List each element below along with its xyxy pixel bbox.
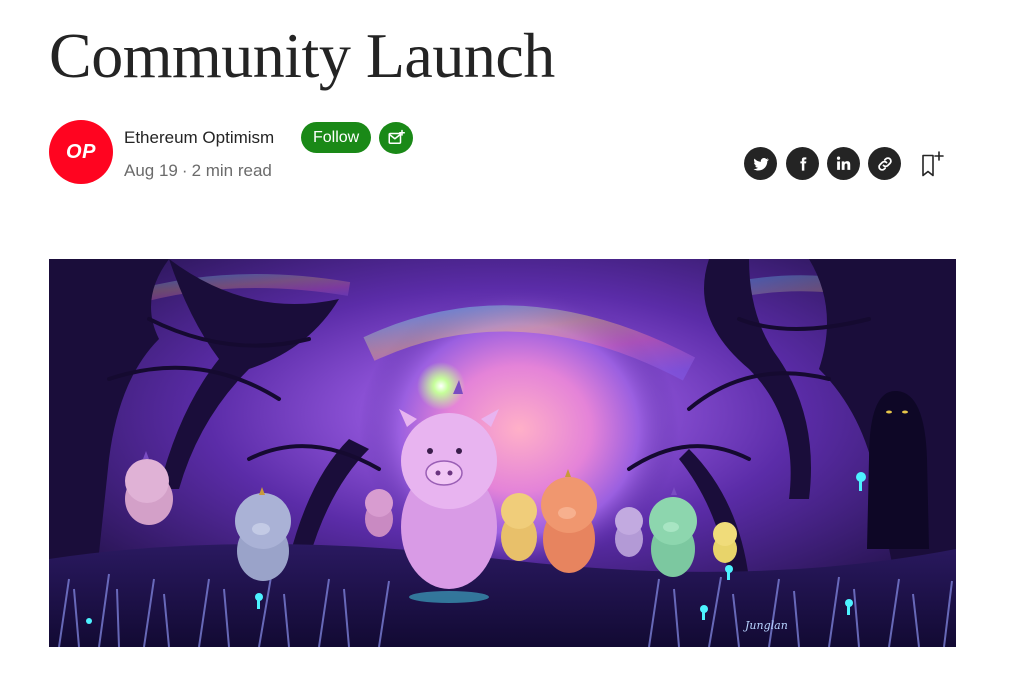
linkedin-icon <box>836 156 851 170</box>
bookmark-add-icon <box>922 151 944 177</box>
mail-plus-icon <box>388 129 405 144</box>
article-title: Community Launch <box>49 20 555 91</box>
twitter-icon <box>753 157 769 171</box>
bookmark-button[interactable] <box>918 149 946 179</box>
link-icon <box>877 156 892 171</box>
article-meta: Aug 19 · 2 min read <box>124 160 272 182</box>
share-linkedin-button[interactable] <box>827 147 860 180</box>
share-facebook-button[interactable] <box>786 147 819 180</box>
subscribe-email-button[interactable] <box>379 122 413 154</box>
meta-separator: · <box>181 161 188 180</box>
publish-date: Aug 19 <box>124 161 178 180</box>
facebook-icon <box>799 156 806 171</box>
hero-illustration: Junglan <box>49 259 956 647</box>
enchanted-forest-image: Junglan <box>49 259 956 647</box>
copy-link-button[interactable] <box>868 147 901 180</box>
artist-signature: Junglan <box>743 619 788 632</box>
author-avatar[interactable]: OP <box>49 120 113 184</box>
share-twitter-button[interactable] <box>744 147 777 180</box>
author-name[interactable]: Ethereum Optimism <box>124 127 274 149</box>
follow-button[interactable]: Follow <box>301 122 372 153</box>
read-time: 2 min read <box>191 161 272 180</box>
avatar-logo-text: OP <box>66 140 96 163</box>
